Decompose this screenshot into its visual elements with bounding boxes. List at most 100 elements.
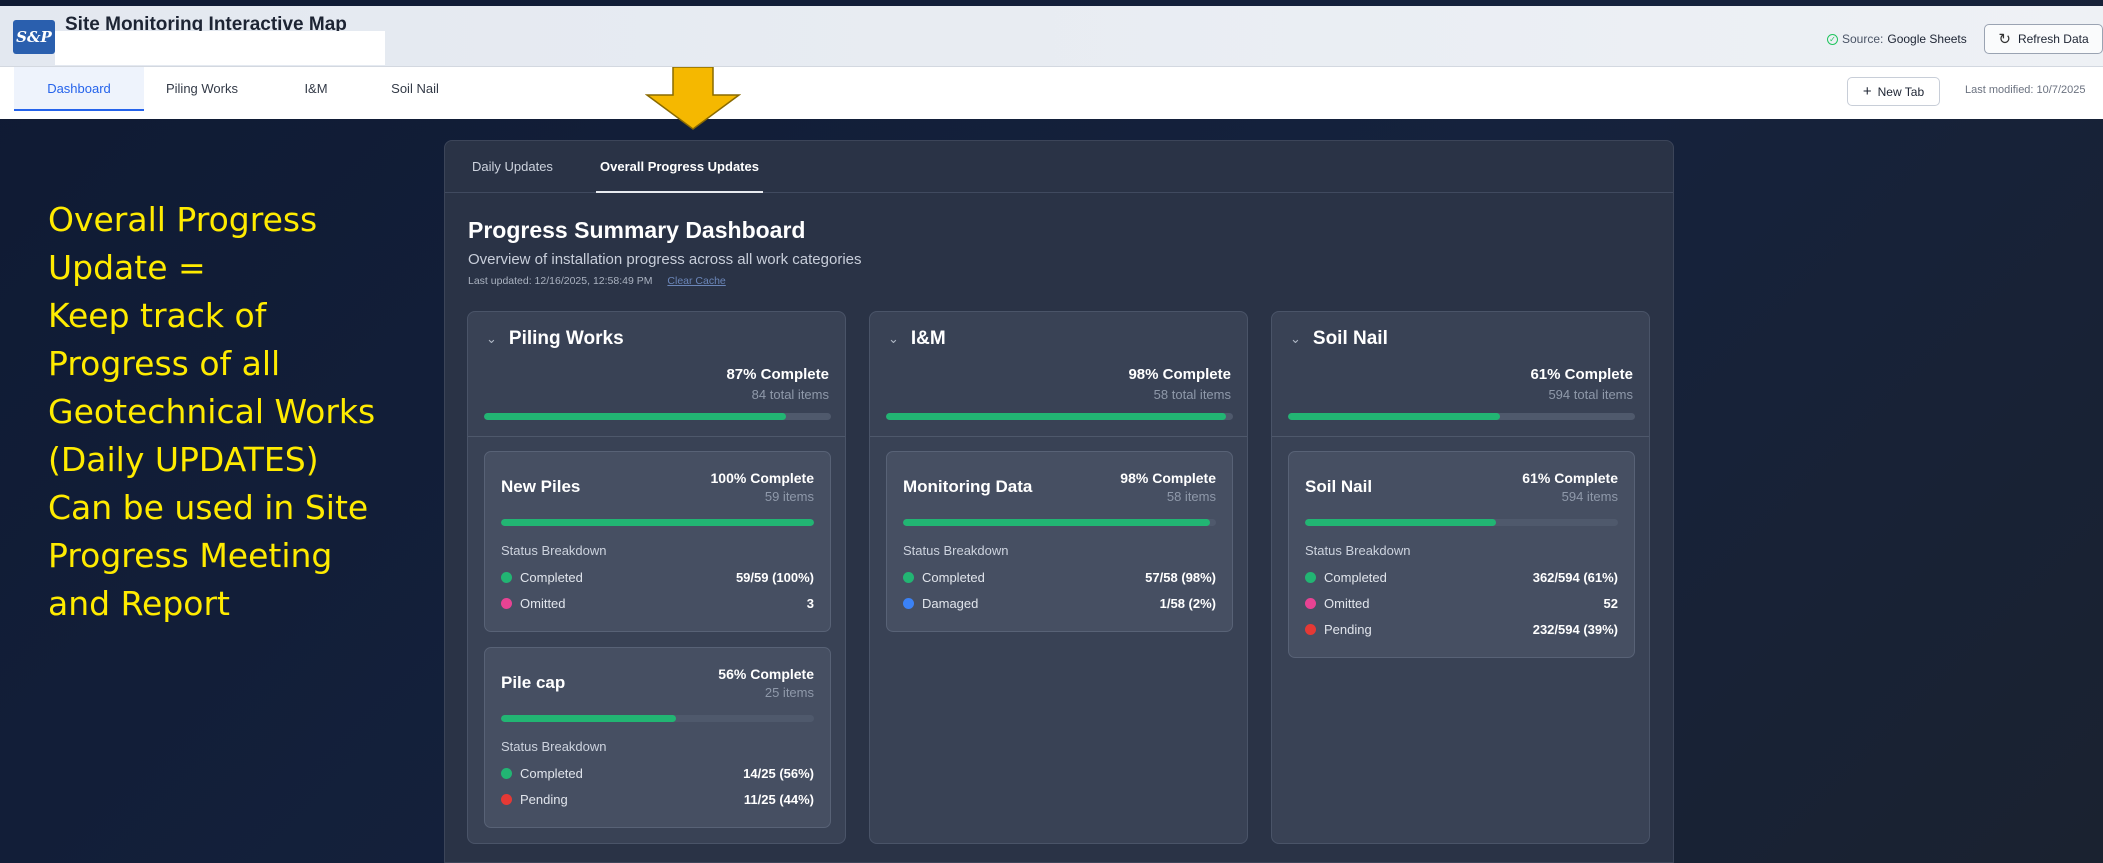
annotation-line: Overall Progress — [48, 200, 318, 239]
category-piling-works: ⌄ Piling Works 87% Complete 84 total ite… — [467, 311, 846, 844]
item-card-pile-cap: Pile cap 56% Complete 25 items Status Br… — [484, 647, 831, 828]
annotation-line: Update = — [48, 248, 206, 287]
category-soil-nail: ⌄ Soil Nail 61% Complete 594 total items… — [1271, 311, 1650, 844]
status-row: Pending 11/25 (44%) — [501, 790, 814, 808]
annotation-line: Keep track of — [48, 296, 267, 335]
status-row: Completed 14/25 (56%) — [501, 764, 814, 782]
status-value: 52 — [1603, 595, 1618, 611]
category-total: 594 total items — [1548, 387, 1633, 402]
status-dot — [1305, 623, 1316, 635]
category-progress-bar — [886, 413, 1233, 420]
tab-daily-updates[interactable]: Daily Updates — [472, 141, 553, 193]
item-count: 594 items — [1561, 489, 1618, 504]
category-percent: 98% Complete — [1128, 366, 1231, 383]
chevron-down-icon: ⌄ — [1290, 331, 1301, 346]
item-count: 25 items — [764, 685, 814, 700]
item-percent: 61% Complete — [1522, 470, 1618, 486]
status-dot — [903, 571, 914, 583]
category-name: Soil Nail — [1312, 328, 1388, 349]
refresh-data-button[interactable]: ↻ Refresh Data — [1984, 24, 2103, 54]
tab-dashboard[interactable]: Dashboard — [14, 67, 144, 111]
category-percent: 87% Complete — [726, 366, 829, 383]
progress-fill — [501, 519, 814, 526]
plus-icon: + — [1862, 83, 1872, 100]
last-modified: Last modified: 10/7/2025 — [1965, 84, 2086, 96]
item-progress-bar — [501, 519, 814, 526]
category-header[interactable]: ⌄ I&M — [888, 328, 946, 350]
category-name: Piling Works — [508, 328, 624, 349]
category-header[interactable]: ⌄ Soil Nail — [1290, 328, 1388, 350]
status-value: 14/25 (56%) — [743, 765, 814, 781]
category-im: ⌄ I&M 98% Complete 58 total items Monito… — [869, 311, 1248, 844]
annotation-line: and Report — [48, 584, 230, 623]
status-label: Damaged — [922, 595, 979, 611]
status-breakdown-label: Status Breakdown — [903, 543, 1009, 558]
category-progress-bar — [1288, 413, 1635, 420]
annotation-line: Progress of all — [48, 344, 281, 383]
category-total: 58 total items — [1153, 387, 1231, 402]
status-label: Completed — [520, 765, 583, 781]
status-row: Damaged 1/58 (2%) — [903, 594, 1216, 612]
down-arrow-icon — [645, 67, 741, 130]
status-row: Completed 362/594 (61%) — [1305, 568, 1618, 586]
status-row: Completed 59/59 (100%) — [501, 568, 814, 586]
annotation-line: Progress Meeting — [48, 536, 333, 575]
status-row: Omitted 3 — [501, 594, 814, 612]
tab-soil-nail[interactable]: Soil Nail — [375, 67, 455, 111]
check-circle-icon: ✓ — [1827, 33, 1838, 45]
item-count: 58 items — [1166, 489, 1216, 504]
item-card-new-piles: New Piles 100% Complete 59 items Status … — [484, 451, 831, 632]
annotation-line: (Daily UPDATES) — [48, 440, 319, 479]
item-card-monitoring-data: Monitoring Data 98% Complete 58 items St… — [886, 451, 1233, 632]
divider — [1272, 436, 1649, 437]
source-value: Google Sheets — [1887, 32, 1967, 46]
item-percent: 98% Complete — [1120, 470, 1216, 486]
status-label: Completed — [520, 569, 583, 585]
status-breakdown-label: Status Breakdown — [501, 543, 607, 558]
data-source-indicator: ✓ Source: Google Sheets — [1827, 32, 1967, 46]
new-tab-button[interactable]: + New Tab — [1847, 77, 1940, 106]
dashboard-title: Progress Summary Dashboard — [468, 217, 806, 243]
tab-overall-progress-updates[interactable]: Overall Progress Updates — [596, 141, 763, 193]
status-value: 232/594 (39%) — [1532, 621, 1618, 637]
item-name: Pile cap — [501, 673, 566, 692]
status-value: 3 — [806, 595, 814, 611]
clear-cache-link[interactable]: Clear Cache — [667, 275, 725, 287]
status-dot — [501, 793, 512, 805]
status-dot — [903, 597, 914, 609]
status-dot — [501, 571, 512, 583]
title-field[interactable] — [55, 31, 385, 65]
tab-im[interactable]: I&M — [286, 67, 346, 111]
tab-piling-works[interactable]: Piling Works — [147, 67, 257, 111]
annotation-line: Can be used in Site — [48, 488, 369, 527]
source-label: Source: — [1842, 32, 1884, 46]
status-label: Pending — [1324, 621, 1372, 637]
refresh-icon: ↻ — [1998, 31, 2011, 48]
status-breakdown-label: Status Breakdown — [501, 739, 607, 754]
status-row: Omitted 52 — [1305, 594, 1618, 612]
progress-fill — [903, 519, 1210, 526]
last-updated: Last updated: 12/16/2025, 12:58:49 PM Cl… — [468, 275, 726, 287]
progress-fill — [1288, 413, 1500, 420]
item-name: New Piles — [501, 477, 581, 496]
last-updated-text: Last updated: 12/16/2025, 12:58:49 PM — [468, 275, 653, 287]
status-value: 362/594 (61%) — [1532, 569, 1618, 585]
progress-fill — [1305, 519, 1496, 526]
category-total: 84 total items — [751, 387, 829, 402]
status-dot — [1305, 597, 1316, 609]
item-name: Soil Nail — [1305, 477, 1373, 496]
status-label: Completed — [1324, 569, 1387, 585]
item-percent: 56% Complete — [718, 666, 814, 682]
status-breakdown-label: Status Breakdown — [1305, 543, 1411, 558]
status-value: 59/59 (100%) — [735, 569, 814, 585]
item-progress-bar — [903, 519, 1216, 526]
dashboard-panel: Daily Updates Overall Progress Updates P… — [444, 140, 1674, 863]
category-header[interactable]: ⌄ Piling Works — [486, 328, 624, 350]
status-dot — [501, 767, 512, 779]
progress-fill — [886, 413, 1227, 420]
app-header: S&P Site Monitoring Interactive Map ✓ So… — [0, 6, 2103, 67]
status-dot — [1305, 571, 1316, 583]
new-tab-label: New Tab — [1877, 84, 1925, 99]
chevron-down-icon: ⌄ — [486, 331, 497, 346]
status-value: 1/58 (2%) — [1159, 595, 1216, 611]
